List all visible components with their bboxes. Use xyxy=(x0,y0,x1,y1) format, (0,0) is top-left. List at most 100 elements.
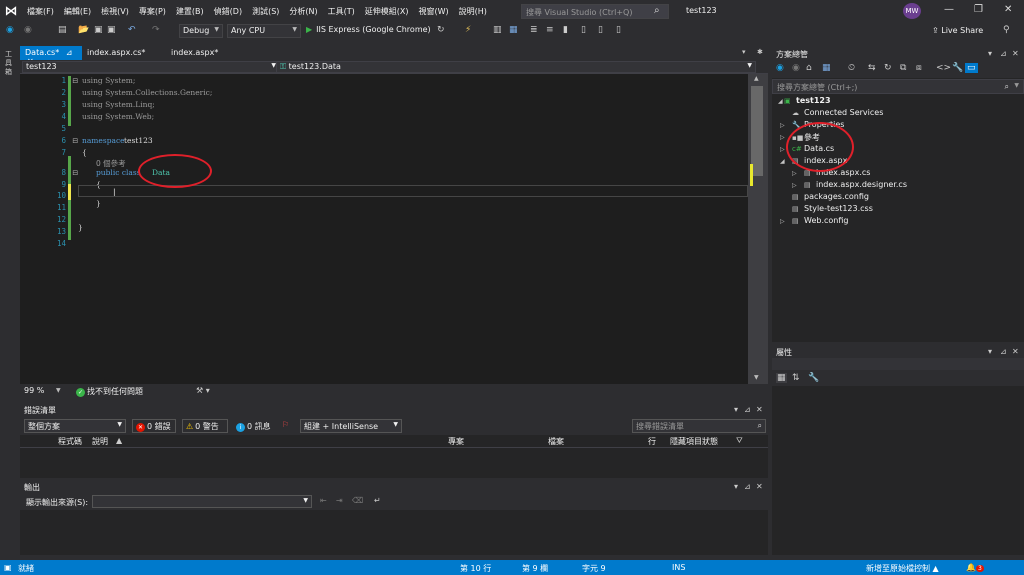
menu-project[interactable]: 專案(P) xyxy=(134,6,171,17)
back-icon[interactable]: ◉ xyxy=(776,63,784,73)
bookmark-clear-icon[interactable]: ▯ xyxy=(616,25,621,35)
tree-item-connected-services[interactable]: ☁ Connected Services xyxy=(792,108,883,117)
menu-extensions[interactable]: 延伸模組(X) xyxy=(360,6,414,17)
menu-tools[interactable]: 工具(T) xyxy=(323,6,360,17)
pin-icon[interactable]: ⊿ xyxy=(1000,347,1007,356)
menu-build[interactable]: 建置(B) xyxy=(171,6,209,17)
tab-dropdown-icon[interactable]: ▾ xyxy=(742,48,746,56)
tree-item-index-aspx-designer-cs[interactable]: ▤ index.aspx.designer.cs xyxy=(804,180,907,189)
find-message-icon[interactable]: ⇤ xyxy=(320,496,327,505)
close-icon[interactable]: ✕ xyxy=(1012,49,1019,58)
scope-select[interactable]: 整個方案 ▼ xyxy=(24,419,126,433)
minimize-icon[interactable]: — xyxy=(944,4,954,15)
categorized-icon[interactable]: ▦ xyxy=(776,373,787,383)
sync-icon[interactable]: ⇆ xyxy=(868,63,876,73)
alphabetical-icon[interactable]: ⇅ xyxy=(792,373,800,383)
pin-icon[interactable]: ⊿ xyxy=(1000,49,1007,58)
menu-debug[interactable]: 偵錯(D) xyxy=(209,6,247,17)
clear-all-icon[interactable]: ⌫ xyxy=(352,496,363,505)
bookmark-prev-icon[interactable]: ▯ xyxy=(581,25,586,35)
notifications-icon[interactable]: 🔔 3 xyxy=(966,563,984,572)
close-icon[interactable]: ✕ xyxy=(756,482,763,491)
error-list-search-input[interactable]: 搜尋錯誤清單 ⌕ xyxy=(632,419,766,433)
build-filter-select[interactable]: 組建 + IntelliSense ▼ xyxy=(300,419,402,433)
expander-icon[interactable]: ◢ xyxy=(778,98,783,105)
menu-analyze[interactable]: 分析(N) xyxy=(284,6,322,17)
filter-icon[interactable]: ⛛ xyxy=(736,436,743,446)
back-icon[interactable]: ◉ xyxy=(6,25,14,35)
feedback-icon[interactable]: ⚲ xyxy=(1003,25,1010,35)
next-message-icon[interactable]: ⇥ xyxy=(336,496,343,505)
column-file[interactable]: 檔案 xyxy=(548,436,564,447)
close-icon[interactable]: ✕ xyxy=(756,405,763,414)
undo-icon[interactable]: ↶ xyxy=(128,25,136,35)
scroll-up-icon[interactable]: ▲ xyxy=(754,75,759,82)
code-cleanup-icon[interactable]: ⚒ ▾ xyxy=(196,386,210,395)
pin-icon[interactable]: ⊿ xyxy=(744,405,751,414)
add-to-source-control-button[interactable]: 新增至原始檔控制 ▲ xyxy=(866,563,939,574)
live-share-button[interactable]: ⇪ Live Share xyxy=(932,26,983,35)
expander-icon[interactable]: ◢ xyxy=(780,158,785,165)
solution-view-icon[interactable]: ▦ xyxy=(509,25,518,35)
user-avatar[interactable]: MW xyxy=(903,3,921,19)
menu-view[interactable]: 檢視(V) xyxy=(96,6,134,17)
tree-item-style-css[interactable]: ▤ Style-test123.css xyxy=(792,204,873,213)
column-description[interactable]: 說明 xyxy=(92,436,108,447)
bookmark-icon[interactable]: ▮ xyxy=(563,25,568,35)
scroll-down-icon[interactable]: ▼ xyxy=(754,374,759,381)
issues-indicator[interactable]: ✓ 找不到任何問題 xyxy=(76,386,143,397)
dropdown-icon[interactable]: ▾ xyxy=(988,49,992,58)
search-icon[interactable]: ⌕ xyxy=(654,5,660,16)
pin-icon[interactable]: ⊿ xyxy=(66,48,73,57)
redo-icon[interactable]: ↷ xyxy=(152,25,160,35)
solution-explorer-search-input[interactable]: 搜尋方案總管 (Ctrl+;) ⌕ ▼ xyxy=(772,79,1024,94)
toggle-icon[interactable]: ▥ xyxy=(493,25,502,35)
column-line[interactable]: 行 xyxy=(648,436,656,447)
settings-icon[interactable]: ✱ xyxy=(757,48,763,56)
save-icon[interactable]: ▣ xyxy=(94,25,103,35)
properties-wrench-icon[interactable]: 🔧 xyxy=(952,63,963,73)
column-project[interactable]: 專案 xyxy=(448,436,464,447)
dropdown-icon[interactable]: ▾ xyxy=(734,482,738,491)
warnings-filter-button[interactable]: ⚠ 0 警告 xyxy=(182,419,228,433)
save-all-icon[interactable]: ▣ xyxy=(107,25,116,35)
close-icon[interactable]: ✕ xyxy=(1004,4,1012,15)
open-file-icon[interactable]: 📂 xyxy=(78,25,89,35)
tab-index-aspx[interactable]: index.aspx* xyxy=(166,46,236,60)
tree-item-project[interactable]: ▣ test123 xyxy=(784,96,831,105)
show-all-files-icon[interactable]: ⧈ xyxy=(916,63,922,73)
property-pages-icon[interactable]: 🔧 xyxy=(808,373,819,383)
editor-vertical-scrollbar[interactable]: ▲ ▼ xyxy=(748,74,768,384)
collapse-icon[interactable]: ⊟ xyxy=(72,76,78,85)
refresh-icon[interactable]: ↻ xyxy=(437,25,445,35)
view-code-icon[interactable]: <> xyxy=(936,63,951,73)
tree-item-packages-config[interactable]: ▤ packages.config xyxy=(792,192,869,201)
toolbox-tab[interactable]: 工具箱 xyxy=(5,50,15,77)
chevron-down-icon[interactable]: ▼ xyxy=(56,387,61,394)
errors-filter-button[interactable]: ✕ 0 錯誤 xyxy=(132,419,176,433)
filter-toggle-icon[interactable]: ⚐ xyxy=(282,420,289,429)
code-editor[interactable]: 1 2 3 4 5 6 7 8 9 10 11 12 13 14 ⊟ ⊟ ⊟ u… xyxy=(20,74,748,384)
restore-icon[interactable]: ❐ xyxy=(974,4,983,15)
expander-icon[interactable]: ▷ xyxy=(780,134,785,141)
start-debugging-button[interactable]: ▶ IIS Express (Google Chrome) xyxy=(306,25,431,34)
tree-item-web-config[interactable]: ▤ Web.config xyxy=(792,216,848,225)
configuration-select[interactable]: Debug ▼ xyxy=(179,24,223,38)
dropdown-icon[interactable]: ▾ xyxy=(988,347,992,356)
expander-icon[interactable]: ▷ xyxy=(780,146,785,153)
word-wrap-icon[interactable]: ↵ xyxy=(374,496,381,505)
vs-search-input[interactable]: 搜尋 Visual Studio (Ctrl+Q) xyxy=(521,4,669,19)
properties-object-select[interactable] xyxy=(772,358,1024,370)
collapse-icon[interactable]: ⊟ xyxy=(72,136,78,145)
preview-selected-icon[interactable]: ▭ xyxy=(965,63,978,73)
browser-link-icon[interactable]: ⚡ xyxy=(465,25,471,35)
messages-filter-button[interactable]: i0 訊息 xyxy=(232,419,276,433)
collapse-icon[interactable]: ⊟ xyxy=(72,168,78,177)
pending-changes-icon[interactable]: ⏲ xyxy=(848,63,855,73)
format-icon[interactable]: ≣ xyxy=(530,25,538,35)
tab-index-aspx-cs[interactable]: index.aspx.cs* xyxy=(82,46,164,60)
collapse-all-icon[interactable]: ⧉ xyxy=(900,63,906,73)
pin-icon[interactable]: ⊿ xyxy=(744,482,751,491)
switch-views-icon[interactable]: ▦ xyxy=(822,63,831,73)
column-code[interactable]: 程式碼 xyxy=(58,436,82,447)
